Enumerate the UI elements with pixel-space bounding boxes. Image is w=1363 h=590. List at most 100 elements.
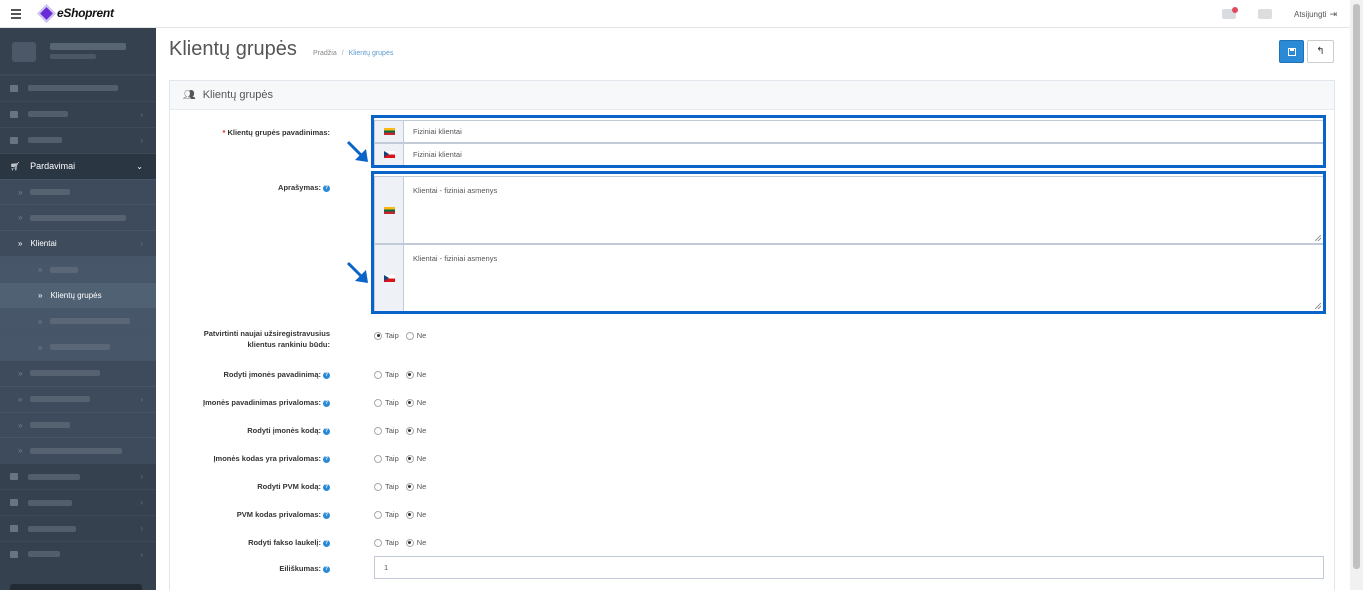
- sidebar-subitem-4[interactable]: »: [0, 359, 156, 386]
- no-option[interactable]: Ne: [405, 370, 426, 379]
- notification-icon[interactable]: [1221, 7, 1238, 19]
- radio-no[interactable]: [405, 454, 414, 463]
- sidebar-item-1[interactable]: [0, 75, 156, 101]
- no-option[interactable]: Ne: [405, 454, 426, 463]
- page-scrollbar[interactable]: [1350, 0, 1363, 590]
- radio-no[interactable]: [405, 510, 414, 519]
- scrollbar-thumb[interactable]: [1353, 4, 1360, 569]
- radio-row-group: Taip Ne: [374, 398, 433, 407]
- logout-link[interactable]: Atsijungti ⇥: [1294, 9, 1337, 20]
- sidebar-item-sales[interactable]: 🛒︎ Pardavimai ⌄: [0, 152, 156, 179]
- no-option[interactable]: Ne: [405, 510, 426, 519]
- sidebar-subitem-clients[interactable]: » Klientai ›: [0, 230, 156, 256]
- help-icon[interactable]: ?: [323, 512, 330, 519]
- page-title: Klientų grupės: [169, 38, 297, 60]
- sidebar-item-5[interactable]: ›: [0, 463, 156, 489]
- yes-option[interactable]: Taip: [374, 482, 399, 491]
- radio-yes[interactable]: [374, 426, 382, 435]
- radio-yes[interactable]: [374, 538, 382, 547]
- logout-label: Atsijungti: [1293, 9, 1327, 19]
- sidebar-item-8[interactable]: ›: [0, 541, 156, 567]
- radio-row-label: Įmonės kodas yra privalomas:?: [213, 454, 330, 463]
- arrow-annotation-icon: [346, 261, 368, 283]
- help-icon[interactable]: ?: [323, 456, 330, 463]
- yes-option[interactable]: Taip: [374, 426, 399, 435]
- sidebar-subsubitem-4[interactable]: »: [0, 333, 156, 360]
- logo-icon: [37, 3, 56, 23]
- sidebar-subsubitem-client-groups[interactable]: » Klientų grupės: [0, 282, 156, 309]
- sidebar-subitem-5[interactable]: » ›: [0, 385, 156, 412]
- yes-option[interactable]: Taip: [374, 398, 399, 407]
- sitemap-icon: [10, 136, 18, 144]
- yes-option[interactable]: Taip: [374, 370, 399, 379]
- radio-no[interactable]: [405, 370, 414, 379]
- help-icon[interactable]: ?: [323, 400, 330, 407]
- no-option[interactable]: Ne: [405, 482, 426, 491]
- sidebar-footer: [10, 584, 142, 590]
- sidebar-item-sales-label: Pardavimai: [30, 161, 76, 172]
- help-icon[interactable]: ?: [323, 540, 330, 547]
- help-icon[interactable]: ?: [323, 566, 330, 573]
- save-button[interactable]: [1279, 40, 1304, 63]
- radio-no[interactable]: [405, 538, 414, 547]
- yes-option[interactable]: Taip: [374, 454, 399, 463]
- approve-yes-option[interactable]: Taip: [374, 331, 399, 340]
- no-option[interactable]: Ne: [405, 538, 426, 547]
- group-name-label: * Klientų grupės pavadinimas:: [222, 128, 330, 137]
- highlight-box-description: [371, 171, 1326, 314]
- breadcrumb: Pradžia / Klientų grupės: [313, 50, 393, 57]
- help-icon[interactable]: ?: [323, 185, 330, 192]
- highlight-box-name: [371, 115, 1326, 168]
- sidebar-subsubitem-3[interactable]: »: [0, 308, 156, 334]
- approve-no-option[interactable]: Ne: [405, 331, 426, 340]
- panel-title: Klientų grupės: [202, 89, 274, 101]
- menu-toggle-icon[interactable]: [11, 9, 21, 19]
- floppy-disk-icon: [1287, 47, 1296, 56]
- sidebar-subitem-7[interactable]: »: [0, 437, 156, 463]
- radio-row-label: Rodyti įmonės pavadinimą:?: [223, 370, 330, 379]
- radio-yes[interactable]: [374, 454, 382, 463]
- sidebar-subitem-1[interactable]: »: [0, 178, 156, 205]
- radio-no[interactable]: [405, 482, 414, 491]
- clients-submenu: » » Klientų grupės » »: [0, 256, 156, 360]
- radio-no[interactable]: [405, 426, 414, 435]
- yes-option[interactable]: Taip: [374, 538, 399, 547]
- no-option[interactable]: Ne: [405, 398, 426, 407]
- user-role-blurred: [50, 54, 96, 59]
- breadcrumb-home[interactable]: Pradžia: [313, 50, 337, 57]
- sort-order-input[interactable]: 1: [374, 556, 1324, 579]
- radio-no[interactable]: [405, 398, 414, 407]
- double-chevron-icon: »: [38, 291, 43, 301]
- sidebar-item-7[interactable]: ›: [0, 515, 156, 541]
- radio-yes[interactable]: [374, 510, 382, 519]
- radio-row-group: Taip Ne: [374, 538, 433, 547]
- chevron-right-icon: ›: [140, 239, 143, 249]
- sidebar-item-3[interactable]: ›: [0, 126, 156, 153]
- breadcrumb-current[interactable]: Klientų grupės: [349, 50, 394, 57]
- logo[interactable]: eShoprent: [37, 3, 114, 23]
- share-icon: [10, 473, 18, 481]
- sidebar-item-2[interactable]: ›: [0, 100, 156, 127]
- undo-arrow-icon: ↰: [1316, 46, 1325, 57]
- help-icon[interactable]: ?: [323, 428, 330, 435]
- radio-no[interactable]: [405, 331, 414, 340]
- radio-row-label: Rodyti PVM kodą:?: [257, 482, 330, 491]
- sidebar-subitem-2[interactable]: »: [0, 204, 156, 230]
- radio-row-label: Rodyti įmonės kodą:?: [247, 426, 330, 435]
- radio-yes[interactable]: [374, 398, 382, 407]
- panel-header: 👥︎ Klientų grupės: [170, 81, 1334, 110]
- help-icon[interactable]: ?: [323, 484, 330, 491]
- radio-row-group: Taip Ne: [374, 482, 433, 491]
- sidebar-subsubitem-1[interactable]: »: [0, 256, 156, 283]
- radio-yes[interactable]: [374, 331, 382, 340]
- no-option[interactable]: Ne: [405, 426, 426, 435]
- back-button[interactable]: ↰: [1307, 40, 1334, 63]
- radio-yes[interactable]: [374, 370, 382, 379]
- sidebar-subitem-6[interactable]: »: [0, 411, 156, 438]
- help-icon[interactable]: ?: [323, 372, 330, 379]
- sidebar-item-6[interactable]: ›: [0, 489, 156, 515]
- settings-icon[interactable]: [1257, 9, 1272, 19]
- radio-yes[interactable]: [374, 482, 382, 491]
- yes-option[interactable]: Taip: [374, 510, 399, 519]
- user-profile[interactable]: [0, 28, 156, 75]
